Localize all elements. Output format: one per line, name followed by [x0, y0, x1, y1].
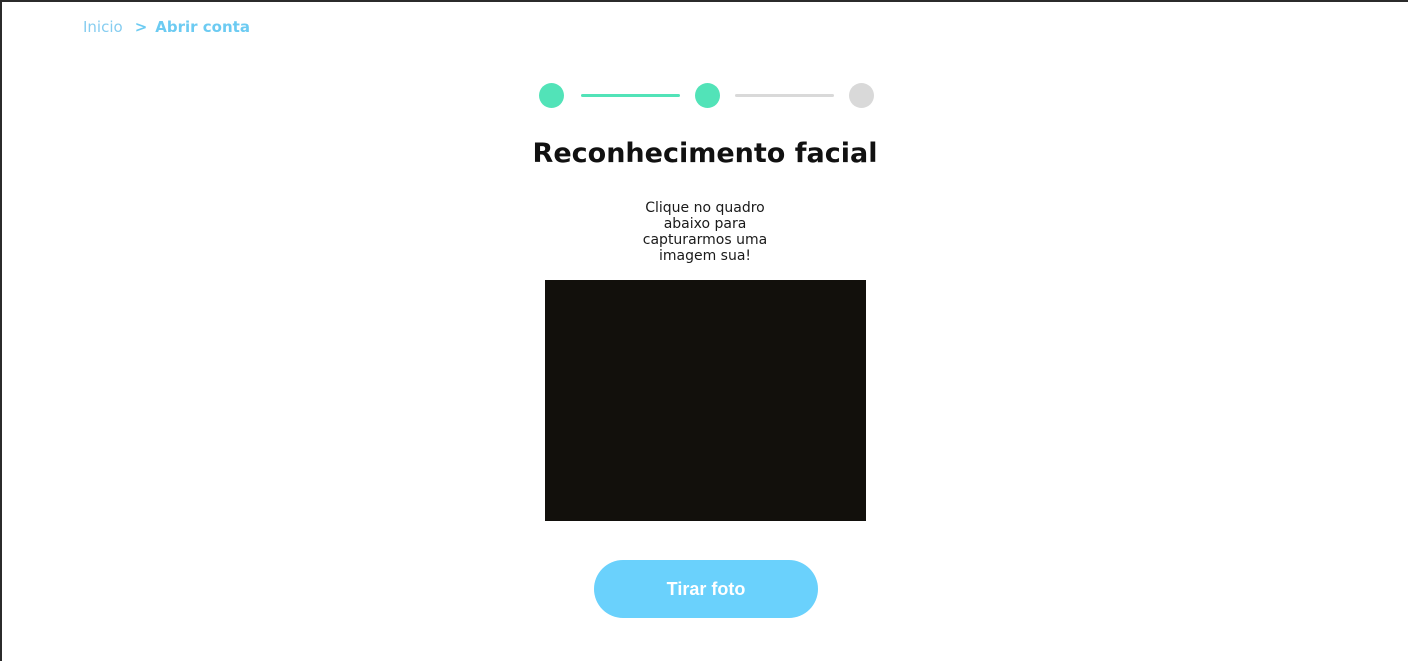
- step-2-indicator: [695, 83, 720, 108]
- breadcrumb: Inicio > Abrir conta: [83, 17, 250, 37]
- step-1-indicator: [539, 83, 564, 108]
- take-photo-button[interactable]: Tirar foto: [594, 560, 818, 618]
- step-3-indicator: [849, 83, 874, 108]
- breadcrumb-current: Abrir conta: [155, 18, 250, 36]
- step-connector-1: [581, 94, 680, 97]
- camera-preview[interactable]: [545, 280, 866, 521]
- step-connector-2: [735, 94, 834, 97]
- breadcrumb-separator: >: [134, 18, 148, 36]
- breadcrumb-home-link[interactable]: Inicio: [83, 18, 123, 36]
- capture-instructions: Clique no quadro abaixo para capturarmos…: [642, 200, 768, 264]
- page-title: Reconhecimento facial: [532, 138, 878, 169]
- progress-stepper: [539, 83, 875, 109]
